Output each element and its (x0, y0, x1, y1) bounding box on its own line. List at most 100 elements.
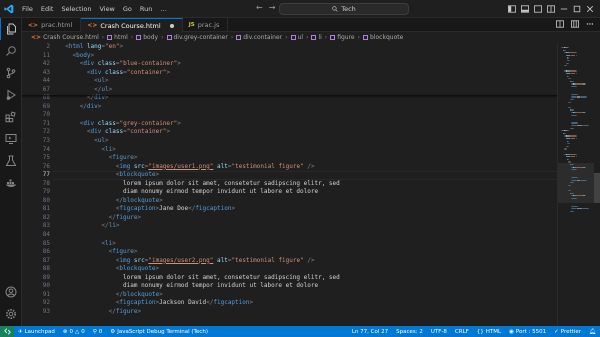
line-number[interactable]: 90 (22, 282, 52, 291)
open-preview-icon[interactable] (556, 20, 564, 28)
line-number[interactable]: 85 (22, 240, 52, 249)
code-line[interactable]: <li> (58, 240, 557, 249)
line-number[interactable]: 77 (22, 171, 52, 180)
code-editor[interactable]: 2114243446768697071727374757677787980818… (22, 43, 557, 326)
line-number[interactable]: 72 (22, 128, 52, 137)
line-number[interactable]: 78 (22, 180, 52, 189)
code-line[interactable]: <body> (58, 52, 557, 61)
breadcrumb-ul[interactable]: ul (290, 34, 303, 41)
code-line[interactable]: <div class="container"> (58, 128, 557, 137)
tab-prac-html[interactable]: <> prac.html (22, 18, 82, 32)
menu-edit[interactable]: Edit (37, 5, 58, 13)
breadcrumb-grey-container[interactable]: div.grey-container (166, 34, 228, 41)
line-number[interactable]: 83 (22, 222, 52, 231)
code-line[interactable]: </figure> (58, 214, 557, 223)
code-line[interactable]: lorem ipsum dolor sit amet, consetetur s… (58, 180, 557, 189)
code-line[interactable]: <figcaption>Jackson David</figcaption> (58, 299, 557, 308)
back-arrow-icon[interactable]: ← (256, 3, 263, 12)
code-line[interactable]: <figcaption>Jane Doe</figcaption> (58, 205, 557, 214)
code-line[interactable]: <li> (58, 146, 557, 155)
minimap[interactable] (557, 43, 600, 326)
toggle-panel-icon[interactable] (521, 5, 529, 13)
code-line[interactable]: diam nonumy eirmod tempor invidunt ut la… (58, 282, 557, 291)
problems-status[interactable]: ⊗ 0 △ 0 (59, 329, 89, 335)
menu-more[interactable]: … (156, 5, 171, 13)
command-center-search[interactable]: Tech (279, 3, 409, 15)
code-line[interactable]: </div> (58, 103, 557, 112)
tab-crash-course-html[interactable]: <> Crash Course.html (81, 18, 183, 32)
breadcrumb-li[interactable]: li (311, 34, 322, 41)
line-number[interactable]: 84 (22, 231, 52, 240)
line-number[interactable]: 86 (22, 248, 52, 257)
line-number[interactable]: 89 (22, 274, 52, 283)
end-of-line[interactable]: CRLF (451, 329, 473, 335)
menu-go[interactable]: Go (119, 5, 136, 13)
debug-terminal-status[interactable]: ⚙ JavaScript Debug Terminal (Tech) (106, 329, 212, 335)
line-number[interactable]: 82 (22, 214, 52, 223)
minimize-icon[interactable] (560, 5, 568, 13)
line-number[interactable]: 79 (22, 188, 52, 197)
code-line[interactable]: </li> (58, 222, 557, 231)
breadcrumb-blockquote[interactable]: blockquote (363, 34, 403, 41)
line-number[interactable]: 70 (22, 111, 52, 120)
customize-layout-icon[interactable] (547, 5, 555, 13)
line-number[interactable]: 75 (22, 154, 52, 163)
code-line[interactable]: <div class="blue-container"> (58, 60, 557, 69)
close-icon[interactable] (586, 5, 594, 13)
run-debug-icon[interactable] (0, 84, 22, 106)
accounts-icon[interactable] (0, 281, 22, 303)
indentation[interactable]: Spaces: 2 (392, 329, 427, 335)
split-editor-icon[interactable] (571, 20, 579, 28)
prettier-status[interactable]: ✓ Prettier (550, 329, 585, 335)
cursor-position[interactable]: Ln 77, Col 27 (348, 329, 392, 335)
remote-indicator-icon[interactable] (0, 326, 14, 337)
manage-gear-icon[interactable] (0, 303, 22, 325)
code-line[interactable]: </ul> (58, 86, 557, 95)
code-line[interactable] (58, 111, 557, 120)
source-control-icon[interactable] (0, 62, 22, 84)
menu-view[interactable]: View (95, 5, 118, 13)
line-number[interactable]: 2 (22, 43, 52, 52)
breadcrumb-html[interactable]: html (107, 34, 128, 41)
code-line[interactable]: lorem ipsum dolor sit amet, consetetur s… (58, 274, 557, 283)
code-line[interactable]: <ul> (58, 137, 557, 146)
maximize-icon[interactable] (573, 5, 581, 13)
line-number[interactable]: 87 (22, 257, 52, 266)
line-number[interactable]: 11 (22, 52, 52, 61)
language-mode[interactable]: {} HTML (473, 329, 505, 335)
line-number[interactable]: 80 (22, 197, 52, 206)
menu-file[interactable]: File (18, 5, 37, 13)
code-line[interactable]: </blockquote> (58, 291, 557, 300)
code-lines[interactable]: <html lang="en"> <body> <div class="blue… (58, 43, 557, 317)
encoding[interactable]: UTF-8 (427, 329, 451, 335)
line-number[interactable]: 93 (22, 308, 52, 317)
unsaved-dot-icon[interactable] (169, 23, 174, 28)
line-number[interactable]: 67 (22, 86, 52, 95)
code-line[interactable]: <html lang="en"> (58, 43, 557, 52)
testing-icon[interactable] (0, 150, 22, 172)
code-line[interactable] (58, 231, 557, 240)
forward-arrow-icon[interactable]: → (269, 3, 276, 12)
code-line[interactable]: </figure> (58, 308, 557, 317)
menu-run[interactable]: Run (136, 5, 156, 13)
line-number[interactable]: 42 (22, 60, 52, 69)
code-line[interactable]: <ul> (58, 77, 557, 86)
launchpad-status[interactable]: ✈ Launchpad (14, 329, 59, 335)
toggle-secondary-sidebar-icon[interactable] (534, 5, 542, 13)
code-line[interactable]: <div class="container"> (58, 69, 557, 78)
remote-explorer-icon[interactable] (0, 128, 22, 150)
ports-status[interactable]: ⚲ 0 (89, 329, 107, 335)
extensions-icon[interactable] (0, 106, 22, 128)
line-number[interactable]: 91 (22, 291, 52, 300)
code-line[interactable]: <img src="images/user1.png" alt="testimo… (58, 163, 557, 172)
vertical-scrollbar[interactable] (594, 173, 600, 203)
code-line[interactable]: <div class="grey-container"> (58, 120, 557, 129)
line-number[interactable]: 73 (22, 137, 52, 146)
toggle-primary-sidebar-icon[interactable] (508, 5, 516, 13)
code-line[interactable]: <figure> (58, 248, 557, 257)
search-view-icon[interactable] (0, 40, 22, 62)
line-number[interactable]: 81 (22, 205, 52, 214)
breadcrumb-figure[interactable]: figure (330, 34, 355, 41)
breadcrumb-file[interactable]: <> Crash Course.html (31, 34, 99, 41)
docker-icon[interactable] (0, 172, 22, 194)
